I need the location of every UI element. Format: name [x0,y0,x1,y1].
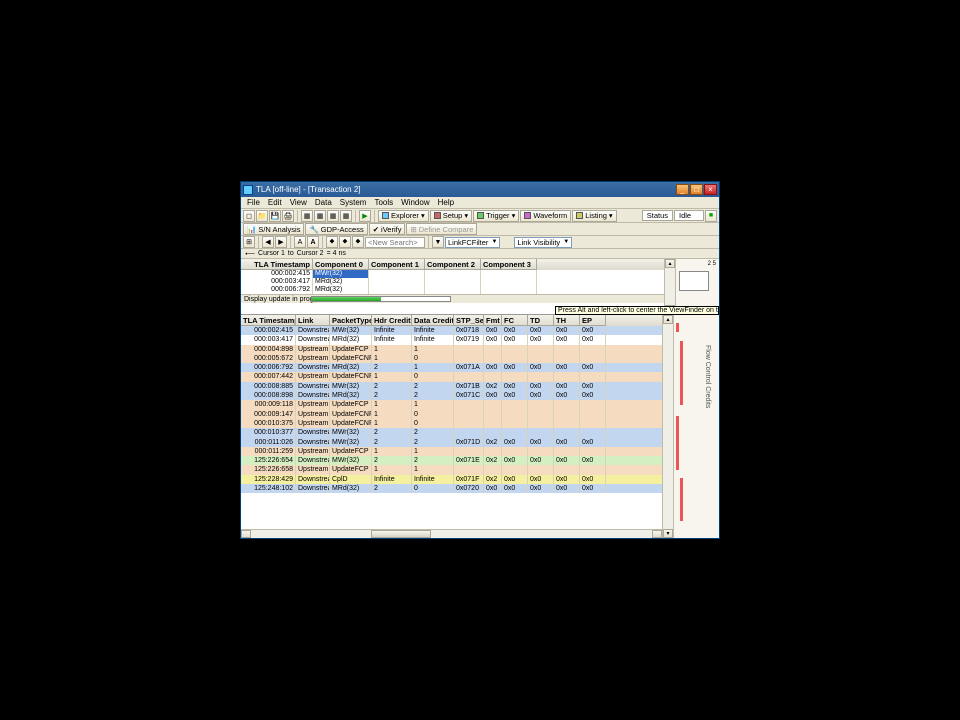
grid3-icon[interactable]: ▦ [327,210,339,222]
new-icon[interactable]: ◻ [243,210,255,222]
titlebar[interactable]: TLA [off-line] - [Transaction 2] _ □ × [241,182,719,197]
status-label: Status [642,210,673,221]
main-scrollbar[interactable]: ▴▾ [662,315,673,538]
table-row[interactable]: 000:009:147UpstreamUpdateFCNP10 [241,410,662,419]
menu-help[interactable]: Help [434,198,458,207]
filter-icon[interactable]: ▼ [432,236,444,248]
main-toolbar: ◻ 📁 💾 🖨 ▦ ▦ ▦ ▦ ▶ Explorer ▾ Setup ▾ Tri… [241,209,719,223]
table-row[interactable]: 125:248:102DownstreamMRd(32)200x07200x00… [241,484,662,493]
menubar: File Edit View Data System Tools Window … [241,197,719,209]
open-icon[interactable]: 📁 [256,210,268,222]
prev-icon[interactable]: ◀ [262,236,274,248]
maximize-button[interactable]: □ [690,184,703,195]
grid2-icon[interactable]: ▦ [314,210,326,222]
cursor-delta: = 4 ns [327,250,346,257]
filter-combo[interactable]: LinkFCFilter▼ [445,237,500,248]
table-row[interactable]: 000:006:792MRd(32) [241,286,664,294]
gdp-access-button[interactable]: 🔧 GDP-Access [305,223,367,235]
col-stp-seq[interactable]: STP_Seq [454,315,484,326]
minimize-button[interactable]: _ [676,184,689,195]
app-icon [243,185,253,195]
visibility-combo[interactable]: Link Visibility▼ [514,237,572,248]
table-row[interactable]: 000:011:026DownstreamMWr(32)220x071D0x20… [241,438,662,447]
run-icon[interactable]: ▶ [359,210,371,222]
secondary-toolbar: 📊 S/N Analysis 🔧 GDP-Access ✔ iVerify ⊞ … [241,223,719,236]
waveform-button[interactable]: Waveform [520,210,571,222]
menu-window[interactable]: Window [397,198,433,207]
menu-system[interactable]: System [336,198,371,207]
table-row[interactable]: 000:006:792DownstreamMRd(32)210x071A0x00… [241,363,662,372]
packet-table: TLA Timestamp Link PacketType Hdr Credit… [241,315,662,538]
search-toolbar: ⊞ ◀ ▶ A A ⬥ ⬥ ⬥ ▼ LinkFCFilter▼ Link Vis… [241,236,719,249]
save-icon[interactable]: 💾 [269,210,281,222]
col-component-2[interactable]: Component 2 [425,259,481,270]
table-row[interactable]: 000:002:415MWr(32) [241,270,664,278]
table-row[interactable]: 125:226:658UpstreamUpdateFCP11 [241,465,662,474]
col-data-credits[interactable]: Data Credits [412,315,454,326]
table-row[interactable]: 000:003:417DownstreamMRd(32)InfiniteInfi… [241,335,662,344]
table-row[interactable]: 000:011:259UpstreamUpdateFCP11 [241,447,662,456]
col-th[interactable]: TH [554,315,580,326]
search-input[interactable] [365,237,425,248]
table-row[interactable]: 125:228:429DownstreamCplDInfiniteInfinit… [241,475,662,484]
menu-tools[interactable]: Tools [370,198,397,207]
marker3-icon[interactable]: ⬥ [352,236,364,248]
table-row[interactable]: 000:010:377DownstreamMWr(32)22 [241,428,662,437]
table-row[interactable]: 125:226:654DownstreamMWr(32)220x071E0x20… [241,456,662,465]
col-component-3[interactable]: Component 3 [481,259,537,270]
iverify-button[interactable]: ✔ iVerify [369,223,406,235]
col-packettype[interactable]: PacketType [330,315,372,326]
define-compare-button[interactable]: ⊞ Define Compare [406,223,477,235]
window-title: TLA [off-line] - [Transaction 2] [256,185,361,194]
table-row[interactable]: 000:004:898UpstreamUpdateFCP11 [241,345,662,354]
listing-button[interactable]: Listing ▾ [572,210,616,222]
menu-file[interactable]: File [243,198,264,207]
cursor2-label[interactable]: Cursor 2 [297,250,324,257]
col-tla-timestamp[interactable]: TLA Timestamp [241,259,313,270]
col-td[interactable]: TD [528,315,554,326]
menu-data[interactable]: Data [311,198,336,207]
stop-icon[interactable]: ■ [705,210,717,222]
progress-bar [311,296,451,302]
marker1-icon[interactable]: ⬥ [326,236,338,248]
sn-analysis-button[interactable]: 📊 S/N Analysis [243,223,304,235]
table-row[interactable]: 000:003:417MRd(32) [241,278,664,286]
setup-button[interactable]: Setup ▾ [430,210,472,222]
col-fmt[interactable]: Fmt [484,315,502,326]
col-component-0[interactable]: Component 0 [313,259,369,270]
font-dec-icon[interactable]: A [294,236,306,248]
app-window: TLA [off-line] - [Transaction 2] _ □ × F… [240,181,720,539]
col-fc[interactable]: FC [502,315,528,326]
close-button[interactable]: × [704,184,717,195]
menu-view[interactable]: View [286,198,311,207]
table-row[interactable]: 000:010:375UpstreamUpdateFCNP10 [241,419,662,428]
grid4-icon[interactable]: ▦ [340,210,352,222]
flow-control-rail[interactable]: Flow Control Credits [673,315,719,538]
cursor1-label[interactable]: Cursor 1 [258,250,285,257]
trigger-button[interactable]: Trigger ▾ [473,210,519,222]
table-row[interactable]: 000:007:442UpstreamUpdateFCNP10 [241,372,662,381]
explorer-button[interactable]: Explorer ▾ [378,210,429,222]
h-scrollbar[interactable] [241,529,662,538]
marker2-icon[interactable]: ⬥ [339,236,351,248]
next-icon[interactable]: ▶ [275,236,287,248]
cursor-ruler: ⟵ Cursor 1 to Cursor 2 = 4 ns [241,249,719,259]
menu-edit[interactable]: Edit [264,198,286,207]
col-timestamp[interactable]: TLA Timestamp [241,315,296,326]
print-icon[interactable]: 🖨 [282,210,294,222]
table-row[interactable]: 000:008:898DownstreamMRd(32)220x071C0x00… [241,391,662,400]
col-link[interactable]: Link [296,315,330,326]
grid1-icon[interactable]: ▦ [301,210,313,222]
col-hdr-credits[interactable]: Hdr Credits [372,315,412,326]
font-inc-icon[interactable]: A [307,236,319,248]
table-row[interactable]: 000:002:415DownstreamMWr(32)InfiniteInfi… [241,326,662,335]
status-value: Idle [674,210,704,221]
table-row[interactable]: 000:005:672UpstreamUpdateFCNP10 [241,354,662,363]
viewfinder-tooltip: Press Alt and left-click to center the V… [555,306,719,315]
tree-icon[interactable]: ⊞ [243,236,255,248]
table-row[interactable]: 000:009:118UpstreamUpdateFCP11 [241,400,662,409]
table-row[interactable]: 000:008:885DownstreamMWr(32)220x071B0x20… [241,382,662,391]
col-component-1[interactable]: Component 1 [369,259,425,270]
col-ep[interactable]: EP [580,315,606,326]
